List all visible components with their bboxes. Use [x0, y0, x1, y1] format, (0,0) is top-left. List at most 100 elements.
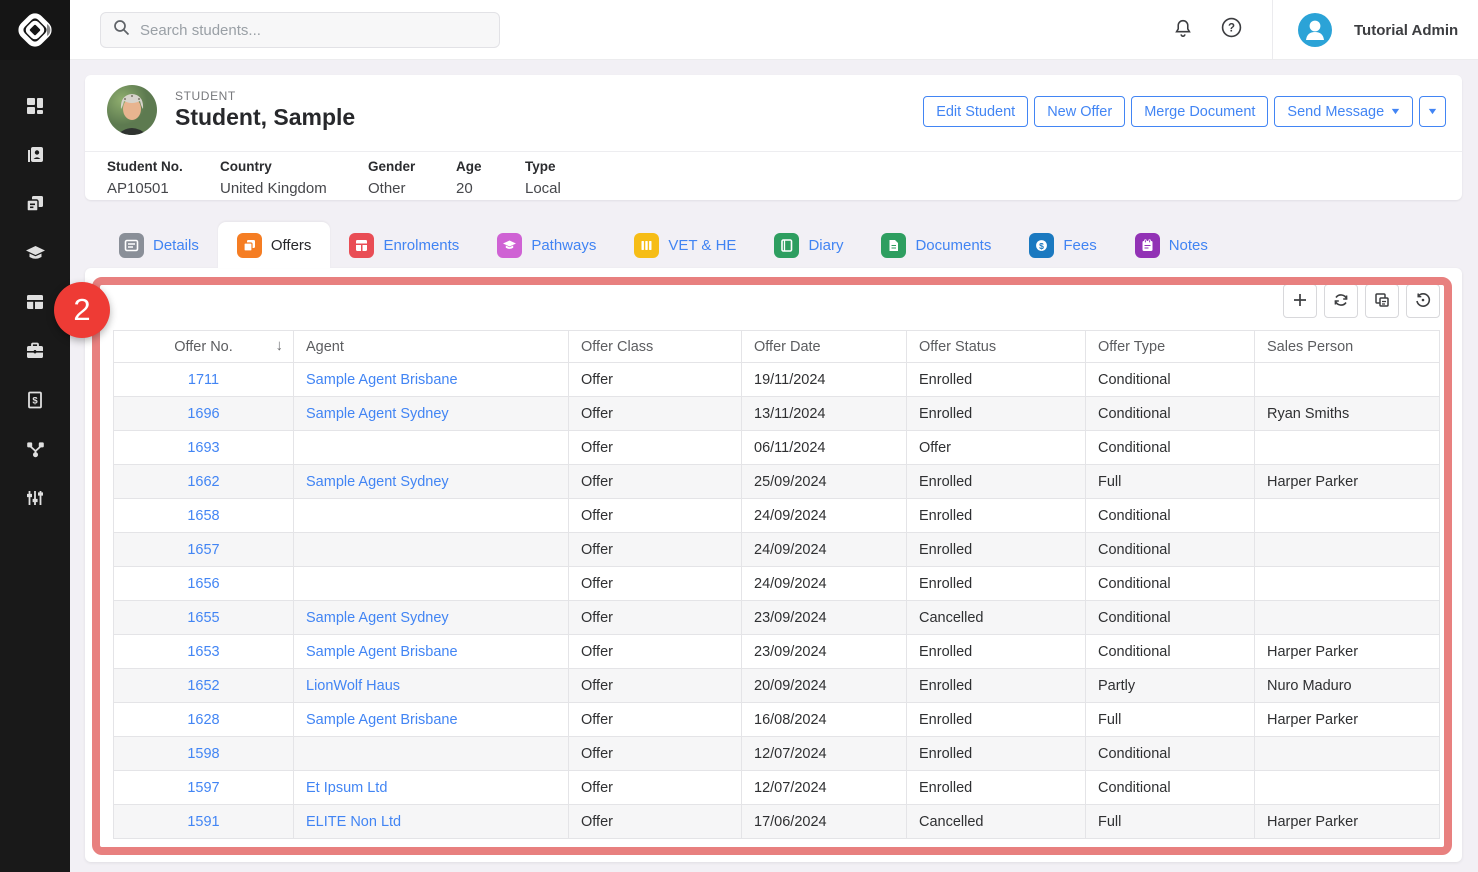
tab-details[interactable]: Details [100, 222, 218, 268]
cell-sales-person: Harper Parker [1255, 465, 1440, 499]
column-header-offer-type[interactable]: Offer Type [1086, 331, 1255, 363]
cell-offer-date: 24/09/2024 [742, 499, 907, 533]
notes-icon [1135, 233, 1160, 258]
svg-text:?: ? [1227, 23, 1234, 35]
search-input[interactable] [140, 22, 487, 39]
tab-enrolments[interactable]: Enrolments [330, 222, 478, 268]
sliders-icon [24, 487, 46, 514]
cell-offer-date: 12/07/2024 [742, 737, 907, 771]
history-button[interactable] [1406, 284, 1440, 318]
cell-agent [294, 737, 569, 771]
cell-sales-person: Harper Parker [1255, 703, 1440, 737]
new-offer-button[interactable]: New Offer [1034, 96, 1125, 127]
column-header-offer-no[interactable]: Offer No.↓ [114, 331, 294, 363]
cell-sales-person: Ryan Smiths [1255, 397, 1440, 431]
cell-offer-type: Conditional [1086, 771, 1255, 805]
cell-offer-type: Conditional [1086, 533, 1255, 567]
copy-button[interactable] [1365, 284, 1399, 318]
cell-offer-no: 1658 [114, 499, 294, 533]
table-row: 1658 Offer 24/09/2024 Enrolled Condition… [114, 499, 1440, 533]
cell-offer-no: 1657 [114, 533, 294, 567]
cell-offer-status: Enrolled [907, 465, 1086, 499]
briefcase-icon [24, 340, 46, 367]
merge-document-button[interactable]: Merge Document [1131, 96, 1268, 127]
student-tabs: Details Offers Enrolments Pathways VET &… [100, 222, 1227, 268]
sidebar-item-workflows[interactable] [0, 427, 70, 476]
more-actions-button[interactable]: ▼ [1419, 96, 1446, 127]
cell-offer-class: Offer [569, 601, 742, 635]
documents-icon [881, 233, 906, 258]
cell-agent [294, 567, 569, 601]
cell-offer-no: 1597 [114, 771, 294, 805]
sidebar-item-dashboard[interactable] [0, 84, 70, 133]
add-icon [1291, 291, 1309, 312]
cell-offer-class: Offer [569, 771, 742, 805]
cell-offer-no: 1591 [114, 805, 294, 839]
details-icon [119, 233, 144, 258]
cell-offer-no: 1598 [114, 737, 294, 771]
app-logo[interactable] [0, 0, 70, 60]
cell-agent [294, 499, 569, 533]
cell-agent: Sample Agent Sydney [294, 397, 569, 431]
column-header-offer-status[interactable]: Offer Status [907, 331, 1086, 363]
sidebar-item-contacts[interactable] [0, 133, 70, 182]
column-header-sales-person[interactable]: Sales Person [1255, 331, 1440, 363]
cell-offer-class: Offer [569, 567, 742, 601]
column-header-offer-class[interactable]: Offer Class [569, 331, 742, 363]
cell-offer-no: 1653 [114, 635, 294, 669]
tab-vet-he[interactable]: VET & HE [615, 222, 755, 268]
add-offer-button[interactable] [1283, 284, 1317, 318]
help-button[interactable]: ? [1218, 17, 1244, 43]
send-message-button[interactable]: Send Message▼ [1274, 96, 1413, 127]
sidebar-item-settings[interactable] [0, 476, 70, 525]
cell-offer-class: Offer [569, 805, 742, 839]
user-name: Tutorial Admin [1354, 22, 1458, 39]
student-search[interactable] [100, 12, 500, 48]
cell-offer-no: 1628 [114, 703, 294, 737]
cell-offer-class: Offer [569, 465, 742, 499]
cell-offer-date: 23/09/2024 [742, 635, 907, 669]
sidebar-item-courses[interactable] [0, 231, 70, 280]
cell-offer-no: 1655 [114, 601, 294, 635]
svg-text:$: $ [32, 396, 38, 407]
column-header-offer-date[interactable]: Offer Date [742, 331, 907, 363]
cell-offer-type: Conditional [1086, 499, 1255, 533]
sidebar-item-agents[interactable] [0, 329, 70, 378]
table-row: 1657 Offer 24/09/2024 Enrolled Condition… [114, 533, 1440, 567]
sidebar: $ [0, 0, 70, 872]
tab-notes[interactable]: Notes [1116, 222, 1227, 268]
cell-offer-no: 1656 [114, 567, 294, 601]
cell-agent: Et Ipsum Ltd [294, 771, 569, 805]
cell-offer-date: 25/09/2024 [742, 465, 907, 499]
caret-down-icon: ▼ [1426, 107, 1438, 116]
edit-student-button[interactable]: Edit Student [923, 96, 1028, 127]
tab-diary[interactable]: Diary [755, 222, 862, 268]
cell-offer-date: 16/08/2024 [742, 703, 907, 737]
column-header-agent[interactable]: Agent [294, 331, 569, 363]
pages-icon [24, 193, 46, 220]
sidebar-item-finance[interactable]: $ [0, 378, 70, 427]
cell-offer-type: Full [1086, 465, 1255, 499]
table-row: 1711 Sample Agent Brisbane Offer 19/11/2… [114, 363, 1440, 397]
field-country: CountryUnited Kingdom [220, 159, 327, 197]
cell-offer-type: Conditional [1086, 431, 1255, 465]
sidebar-item-pages[interactable] [0, 182, 70, 231]
cell-offer-status: Enrolled [907, 669, 1086, 703]
refresh-button[interactable] [1324, 284, 1358, 318]
cell-offer-date: 24/09/2024 [742, 533, 907, 567]
tab-documents[interactable]: Documents [862, 222, 1010, 268]
tab-pathways[interactable]: Pathways [478, 222, 615, 268]
offers-icon [237, 233, 262, 258]
cell-offer-type: Conditional [1086, 601, 1255, 635]
diary-icon [774, 233, 799, 258]
table-row: 1597 Et Ipsum Ltd Offer 12/07/2024 Enrol… [114, 771, 1440, 805]
dashboard-icon [24, 95, 46, 122]
notifications-button[interactable] [1170, 17, 1196, 43]
fees-icon: $ [1029, 233, 1054, 258]
cell-sales-person [1255, 533, 1440, 567]
student-name: Student, Sample [175, 104, 355, 131]
user-menu[interactable]: Tutorial Admin [1298, 13, 1458, 47]
cell-offer-class: Offer [569, 397, 742, 431]
tab-offers[interactable]: Offers [218, 222, 331, 268]
tab-fees[interactable]: $ Fees [1010, 222, 1115, 268]
